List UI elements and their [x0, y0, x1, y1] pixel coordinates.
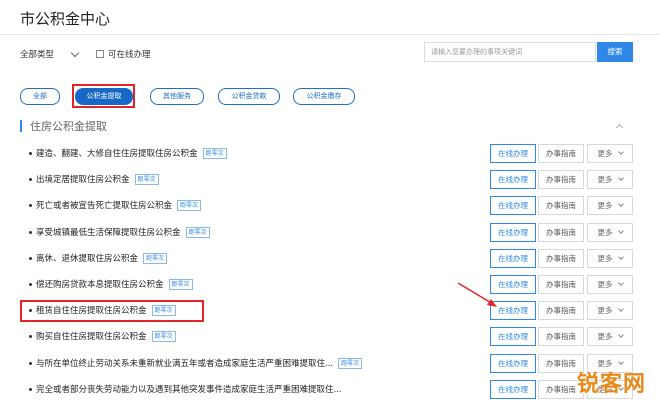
annotation-arrow-icon — [457, 282, 497, 307]
watermark-logo: 锐客网 — [576, 372, 646, 397]
